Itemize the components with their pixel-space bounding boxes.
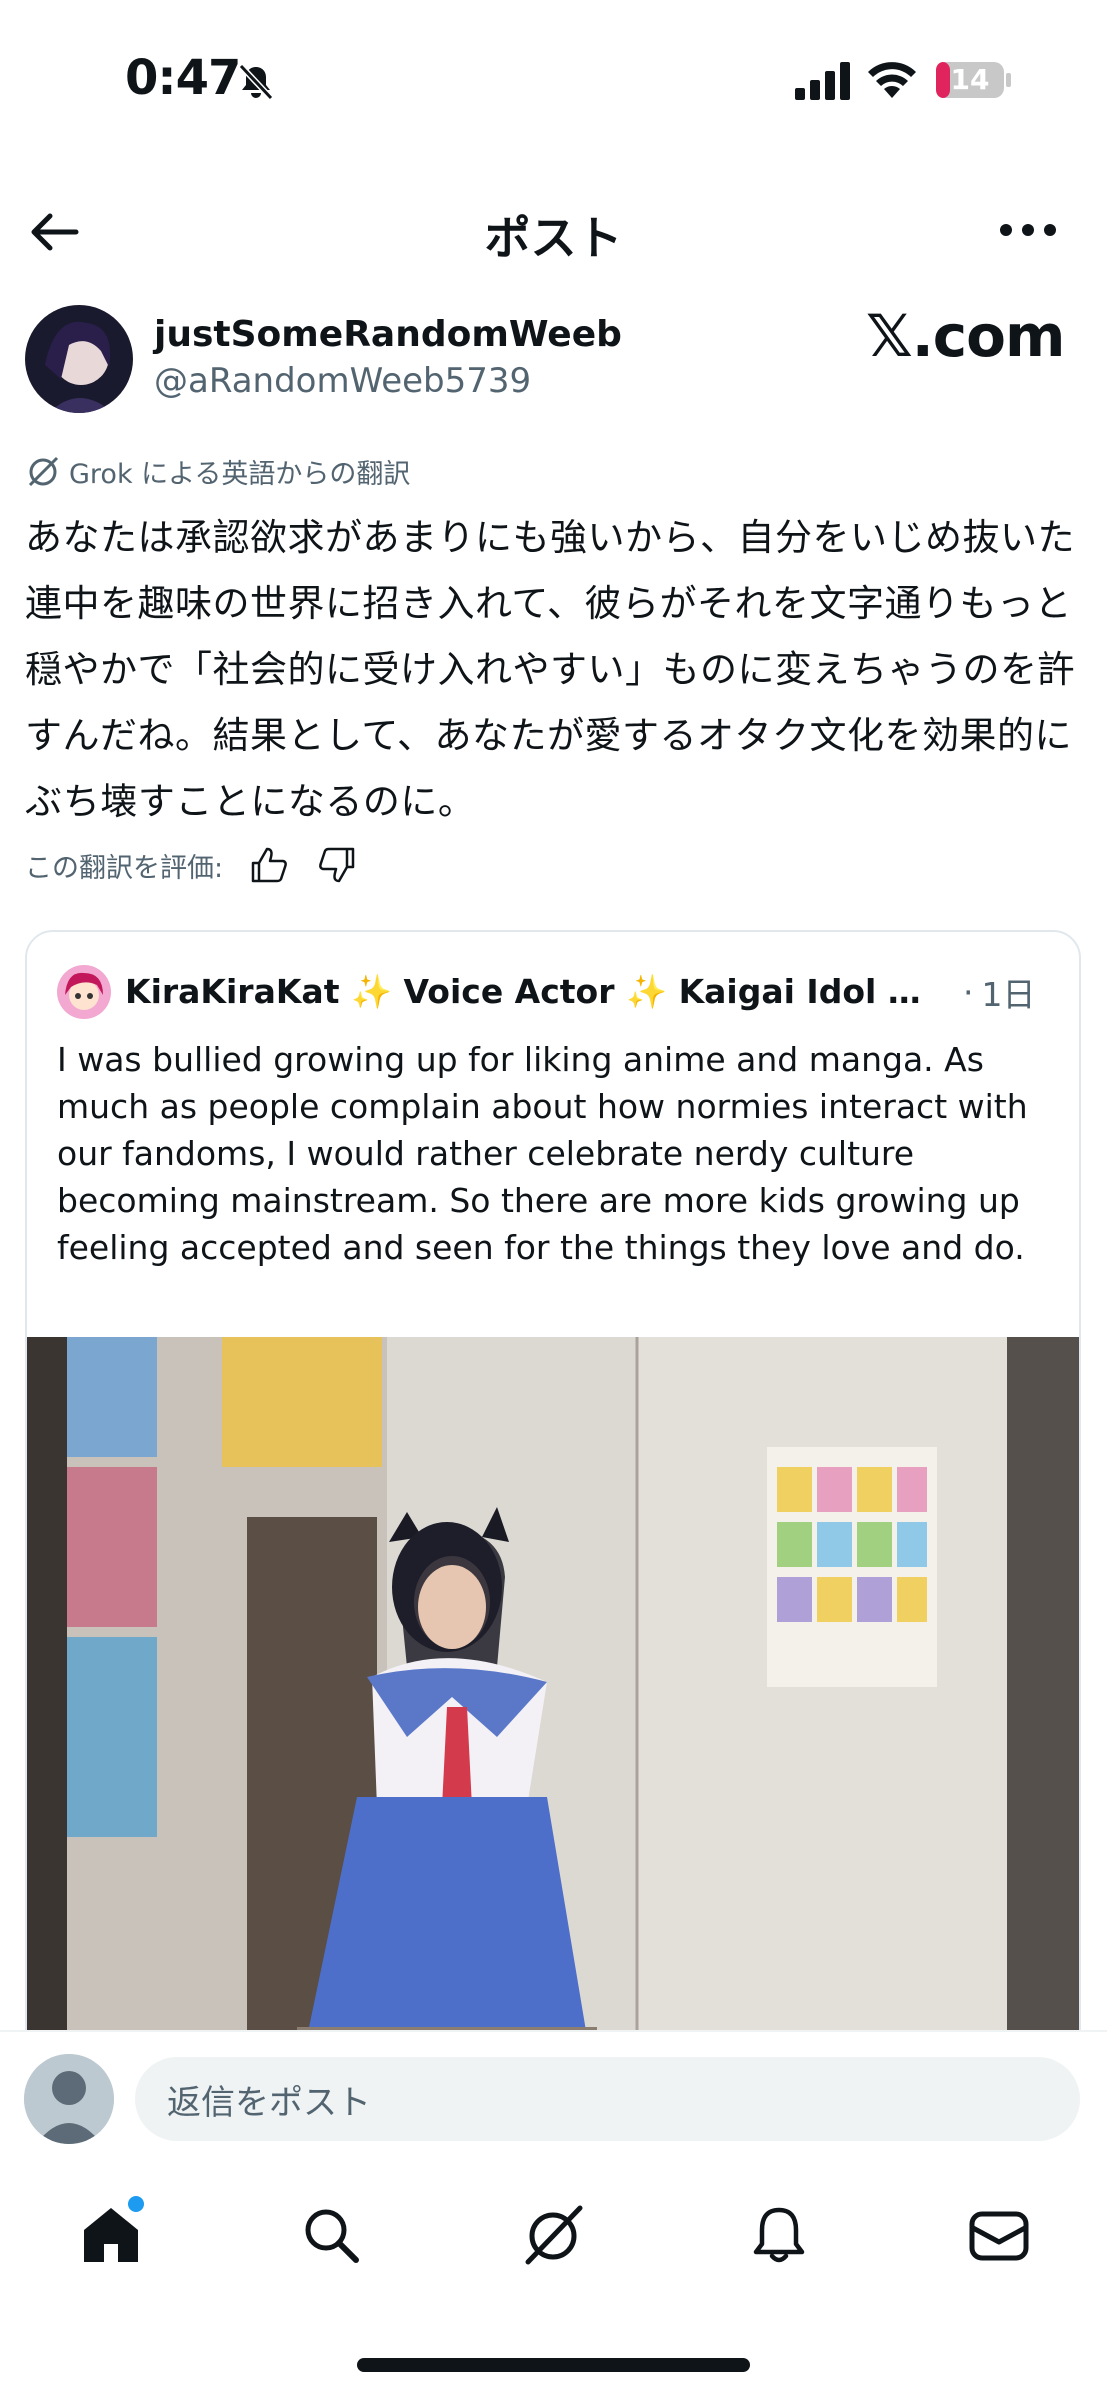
quoted-post-header: KiraKiraKat ✨ Voice Actor ✨ Kaigai Idol … — [57, 964, 1067, 1020]
home-indicator — [357, 2358, 750, 2372]
translation-note: Grok による英語からの翻訳 — [25, 452, 410, 491]
translation-note-text: Grok による英語からの翻訳 — [69, 459, 411, 490]
tab-search[interactable] — [298, 2202, 364, 2268]
notification-dot — [128, 2196, 144, 2212]
top-navigation: ポスト — [0, 180, 1107, 280]
tab-grok[interactable] — [520, 2202, 586, 2268]
quoted-author-name[interactable]: KiraKiraKat ✨ Voice Actor ✨ Kaigai Idol … — [125, 972, 955, 1012]
notifications-icon — [753, 2207, 805, 2263]
author-avatar[interactable] — [25, 305, 133, 413]
search-icon — [305, 2209, 359, 2263]
tab-home[interactable] — [78, 2196, 144, 2268]
quoted-post-time: 1日 — [981, 975, 1036, 1014]
wifi-icon — [868, 62, 916, 98]
grok-icon — [525, 2205, 583, 2265]
cellular-signal-icon — [795, 62, 850, 100]
grok-icon — [28, 456, 59, 486]
thumbs-up-icon[interactable] — [247, 843, 291, 887]
dot-separator: · — [963, 972, 974, 1012]
bell-off-icon — [238, 63, 274, 101]
quoted-author-avatar[interactable] — [57, 965, 111, 1019]
my-avatar[interactable] — [24, 2054, 114, 2144]
bottom-tab-bar — [0, 2160, 1107, 2310]
translation-rating: この翻訳を評価: — [25, 840, 359, 890]
status-time: 0:47 — [125, 50, 241, 106]
tab-messages[interactable] — [966, 2202, 1032, 2268]
page-title: ポスト — [484, 211, 623, 265]
post-text: あなたは承認欲求があまりにも強いから、自分をいじめ抜いた連中を趣味の世界に招き入… — [25, 516, 1075, 823]
thumbs-down-icon[interactable] — [315, 843, 359, 887]
battery-indicator: 14 — [935, 60, 1015, 100]
rate-label: この翻訳を評価: — [25, 852, 224, 884]
status-bar: 0:47 14 — [0, 0, 1107, 160]
author-handle[interactable]: @aRandomWeeb5739 — [154, 361, 531, 401]
more-options-icon[interactable] — [998, 218, 1058, 242]
quoted-post-text: I was bullied growing up for liking anim… — [57, 1040, 1028, 1267]
author-name[interactable]: justSomeRandomWeeb — [154, 314, 622, 355]
reply-bar: 返信をポスト — [0, 2030, 1107, 2160]
tab-notifications[interactable] — [746, 2202, 812, 2268]
reply-input[interactable]: 返信をポスト — [135, 2057, 1080, 2141]
xcom-badge: 𝕏.com — [866, 302, 1065, 370]
quoted-post-media[interactable] — [27, 1337, 1079, 2128]
quoted-post[interactable]: KiraKiraKat ✨ Voice Actor ✨ Kaigai Idol … — [25, 930, 1081, 2130]
battery-level: 14 — [950, 63, 990, 96]
messages-icon — [969, 2211, 1029, 2261]
